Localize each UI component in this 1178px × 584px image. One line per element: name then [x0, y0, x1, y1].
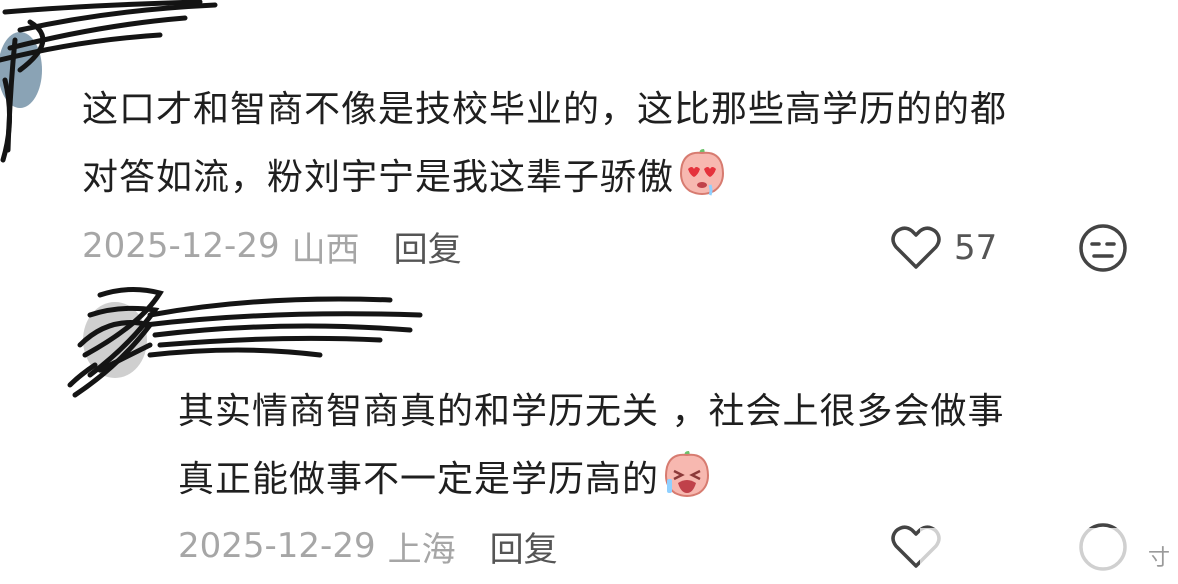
- comment-date: 2025-12-29: [82, 226, 280, 266]
- watermark-text: 寸: [1147, 546, 1170, 571]
- comment-text: 这口才和智商不像是技校毕业的，这比那些高学历的的都 对答如流，粉刘宇宁是我这辈子…: [82, 76, 1007, 220]
- peach-crying-emoji: [661, 449, 713, 522]
- reply-button[interactable]: 回复: [490, 522, 558, 571]
- comment-item: 这口才和智商不像是技校毕业的，这比那些高学历的的都 对答如流，粉刘宇宁是我这辈子…: [0, 0, 1178, 290]
- comment-text-line: 这口才和智商不像是技校毕业的，这比那些高学历的的都: [82, 89, 1008, 130]
- comment-date: 2025-12-29: [178, 526, 376, 566]
- comment-text: 其实情商智商真的和学历无关 ，社会上很多会做事 真正能做事不一定是学历高的: [178, 378, 1004, 522]
- comment-meta: 2025-12-29 山西 回复: [82, 222, 462, 270]
- comment-text-line: 真正能做事不一定是学历高的: [178, 459, 660, 500]
- heart-icon: [891, 226, 941, 269]
- comment-location: 上海: [387, 529, 456, 570]
- comment-meta: 2025-12-29 上海 回复: [178, 522, 558, 570]
- dislike-face-icon[interactable]: [1077, 222, 1129, 274]
- peach-heart-eyes-emoji: [676, 147, 728, 220]
- comment-thread: 这口才和智商不像是技校毕业的，这比那些高学历的的都 对答如流，粉刘宇宁是我这辈子…: [0, 0, 1178, 584]
- comment-text-line: 对答如流，粉刘宇宁是我这辈子骄傲: [82, 157, 675, 198]
- watermark-overlay: 寸: [920, 528, 1178, 584]
- comment-text-line: 其实情商智商真的和学历无关 ，社会上很多会做事: [178, 391, 1005, 432]
- like-button[interactable]: 57: [890, 222, 997, 274]
- like-count: 57: [954, 228, 998, 268]
- reply-button[interactable]: 回复: [394, 222, 462, 271]
- comment-location: 山西: [291, 229, 360, 270]
